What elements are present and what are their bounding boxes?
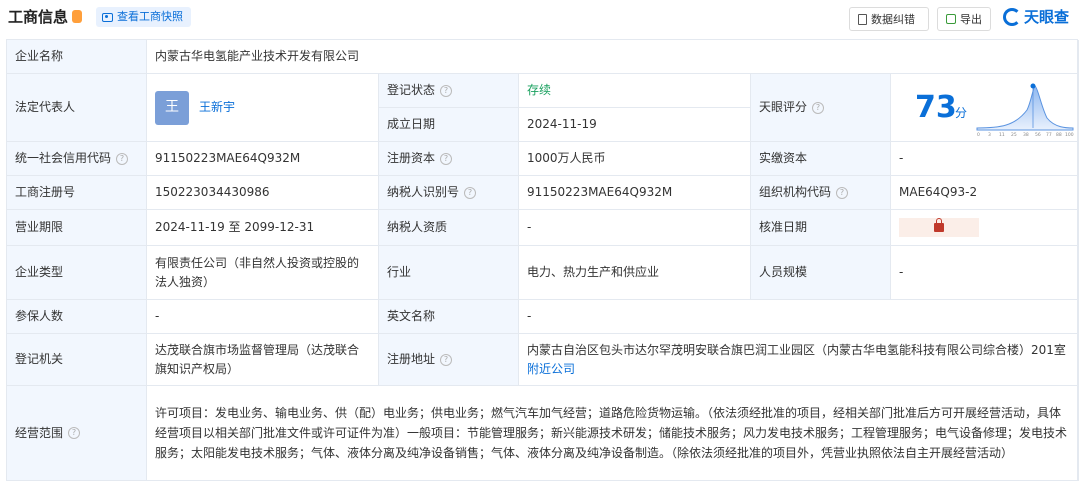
help-icon[interactable]: ? bbox=[836, 186, 849, 199]
data-correction-label: 数据纠错 bbox=[871, 13, 915, 26]
taxpayer-qual-value: - bbox=[519, 210, 751, 246]
reg-status-label: 登记状态? bbox=[379, 74, 519, 108]
approve-date-value bbox=[891, 210, 1079, 246]
help-icon[interactable]: ? bbox=[812, 101, 825, 114]
score-tick: 11 bbox=[999, 132, 1005, 138]
staff-value: - bbox=[891, 246, 1079, 300]
help-icon[interactable]: ? bbox=[464, 186, 477, 199]
help-icon[interactable]: ? bbox=[440, 152, 453, 165]
credit-code-value: 91150223MAE64Q932M bbox=[147, 142, 379, 176]
approve-date-label: 核准日期 bbox=[751, 210, 891, 246]
org-code-value: MAE64Q93-2 bbox=[891, 176, 1079, 210]
scope-label: 经营范围? bbox=[7, 386, 147, 481]
help-icon[interactable]: ? bbox=[116, 152, 129, 165]
insured-value: - bbox=[147, 300, 379, 334]
reg-capital-value: 1000万人民币 bbox=[519, 142, 751, 176]
export-button[interactable]: 导出 bbox=[937, 7, 991, 31]
address-label: 注册地址? bbox=[379, 334, 519, 386]
section-title: 工商信息 bbox=[8, 8, 69, 26]
reg-capital-label: 注册资本? bbox=[379, 142, 519, 176]
english-name-value: - bbox=[519, 300, 1079, 334]
score-curve bbox=[976, 85, 1074, 131]
industry-label: 行业 bbox=[379, 246, 519, 300]
term-value: 2024-11-19 至 2099-12-31 bbox=[147, 210, 379, 246]
data-correction-button[interactable]: 数据纠错 bbox=[849, 7, 929, 31]
biz-reg-no-value: 150223034430986 bbox=[147, 176, 379, 210]
paid-capital-value: - bbox=[891, 142, 1079, 176]
score-tick: 38 bbox=[1023, 132, 1029, 138]
score-distribution-chart: 0 3 11 25 38 56 77 88 100 bbox=[976, 83, 1074, 138]
export-label: 导出 bbox=[960, 13, 982, 26]
org-code-label: 组织机构代码? bbox=[751, 176, 891, 210]
taxpayer-id-label: 纳税人识别号? bbox=[379, 176, 519, 210]
brand-name: 天眼查 bbox=[1024, 8, 1070, 26]
brand-logo-icon bbox=[1003, 7, 1021, 26]
nearby-companies-link[interactable]: 附近公司 bbox=[527, 362, 575, 376]
view-snapshot-label: 查看工商快照 bbox=[117, 10, 183, 23]
brand-logo[interactable]: 天眼查 bbox=[1003, 6, 1069, 27]
help-icon[interactable]: ? bbox=[68, 427, 81, 439]
score-unit: 分 bbox=[955, 106, 968, 120]
legal-rep-label: 法定代表人 bbox=[7, 74, 147, 142]
score-tick: 88 bbox=[1056, 132, 1062, 138]
score-number: 73 bbox=[915, 90, 957, 125]
staff-label: 人员规模 bbox=[751, 246, 891, 300]
locked-field[interactable] bbox=[899, 218, 979, 237]
section-header: 工商信息 查看工商快照 数据纠错 导出 天眼查 bbox=[0, 0, 1080, 36]
lock-icon bbox=[934, 218, 944, 232]
business-info-table: 企业名称 内蒙古华电氢能产业技术开发有限公司 法定代表人 王 王新宇 登记状态?… bbox=[6, 39, 1079, 481]
score-tick: 100 bbox=[1065, 132, 1074, 138]
type-label: 企业类型 bbox=[7, 246, 147, 300]
reg-status-value: 存续 bbox=[519, 74, 751, 108]
score-tick: 3 bbox=[988, 132, 991, 138]
found-date-label: 成立日期 bbox=[379, 108, 519, 142]
address-value: 内蒙古自治区包头市达尔罕茂明安联合旗巴润工业园区（内蒙古华电氢能科技有限公司综合… bbox=[519, 334, 1079, 386]
export-icon bbox=[946, 14, 956, 24]
company-name-label: 企业名称 bbox=[7, 40, 147, 74]
score-tick: 0 bbox=[977, 132, 980, 138]
scope-value: 许可项目：发电业务、输电业务、供（配）电业务；供电业务；燃气汽车加气经营；道路危… bbox=[147, 386, 1079, 481]
camera-icon bbox=[102, 12, 113, 22]
english-name-label: 英文名称 bbox=[379, 300, 519, 334]
found-date-value: 2024-11-19 bbox=[519, 108, 751, 142]
legal-rep-link[interactable]: 王新宇 bbox=[199, 98, 235, 117]
paid-capital-label: 实缴资本 bbox=[751, 142, 891, 176]
authority-value: 达茂联合旗市场监督管理局（达茂联合旗知识产权局） bbox=[147, 334, 379, 386]
industry-value: 电力、热力生产和供应业 bbox=[519, 246, 751, 300]
score-tick: 77 bbox=[1046, 132, 1052, 138]
alert-icon bbox=[72, 10, 82, 23]
taxpayer-qual-label: 纳税人资质 bbox=[379, 210, 519, 246]
score-tick: 56 bbox=[1035, 132, 1041, 138]
score-label: 天眼评分? bbox=[751, 74, 891, 142]
taxpayer-id-value: 91150223MAE64Q932M bbox=[519, 176, 751, 210]
view-snapshot-button[interactable]: 查看工商快照 bbox=[96, 7, 191, 27]
document-icon bbox=[858, 13, 867, 25]
biz-reg-no-label: 工商注册号 bbox=[7, 176, 147, 210]
type-value: 有限责任公司（非自然人投资或控股的法人独资） bbox=[147, 246, 379, 300]
authority-label: 登记机关 bbox=[7, 334, 147, 386]
help-icon[interactable]: ? bbox=[440, 353, 453, 366]
score-tick-labels: 0 3 11 25 38 56 77 88 100 bbox=[977, 132, 1074, 138]
score-tick: 25 bbox=[1011, 132, 1017, 138]
legal-rep-value: 王 王新宇 bbox=[147, 74, 379, 142]
address-text: 内蒙古自治区包头市达尔罕茂明安联合旗巴润工业园区（内蒙古华电氢能科技有限公司综合… bbox=[527, 342, 1066, 357]
help-icon[interactable]: ? bbox=[440, 84, 453, 97]
insured-label: 参保人数 bbox=[7, 300, 147, 334]
term-label: 营业期限 bbox=[7, 210, 147, 246]
company-name-value: 内蒙古华电氢能产业技术开发有限公司 bbox=[147, 40, 1079, 74]
score-marker bbox=[1030, 83, 1036, 89]
credit-code-label: 统一社会信用代码? bbox=[7, 142, 147, 176]
avatar[interactable]: 王 bbox=[155, 90, 189, 125]
